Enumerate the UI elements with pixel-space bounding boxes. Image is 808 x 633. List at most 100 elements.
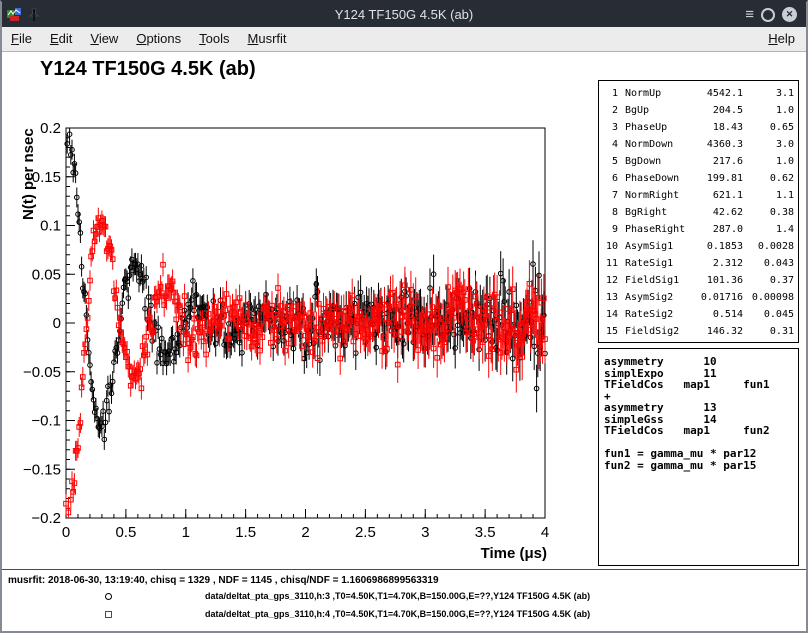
param-value: 146.32 bbox=[686, 323, 743, 340]
svg-text:N(t) per nsec: N(t) per nsec bbox=[20, 128, 37, 220]
svg-text:2.5: 2.5 bbox=[355, 524, 376, 541]
theory-line: fun1 = gamma_mu * par12 bbox=[604, 448, 798, 460]
param-error: 1.4 bbox=[743, 221, 798, 238]
param-number: 10 bbox=[602, 238, 618, 255]
param-name: RateSig1 bbox=[625, 255, 686, 272]
theory-line: TFieldCos map1 fun2 bbox=[604, 425, 798, 437]
param-name: BgDown bbox=[625, 153, 686, 170]
param-number: 5 bbox=[602, 153, 618, 170]
titlebar-left-icons bbox=[2, 7, 40, 22]
svg-text:0.05: 0.05 bbox=[32, 266, 61, 283]
maximize-icon[interactable] bbox=[761, 8, 775, 22]
param-number: 13 bbox=[602, 289, 618, 306]
param-error: 0.62 bbox=[743, 170, 798, 187]
legend-item: data/deltat_pta_gps_3110,h:3 ,T0=4.50K,T… bbox=[105, 591, 590, 601]
menubar: File Edit View Options Tools Musrfit Hel… bbox=[2, 27, 806, 52]
param-name: AsymSig1 bbox=[625, 238, 686, 255]
param-name: NormRight bbox=[625, 187, 686, 204]
param-name: PhaseRight bbox=[625, 221, 686, 238]
param-error: 0.38 bbox=[743, 204, 798, 221]
musrfit-window: Y124 TF150G 4.5K (ab) ≡ ✕ File Edit View… bbox=[0, 0, 808, 633]
svg-text:0: 0 bbox=[53, 315, 61, 332]
legend-item: data/deltat_pta_gps_3110,h:4 ,T0=4.50K,T… bbox=[105, 609, 590, 619]
param-number: 9 bbox=[602, 221, 618, 238]
svg-text:1: 1 bbox=[182, 524, 190, 541]
parameter-row: 10 AsymSig1 0.1853 0.0028 bbox=[602, 238, 798, 255]
param-name: BgUp bbox=[625, 102, 686, 119]
svg-text:0.2: 0.2 bbox=[40, 120, 61, 137]
app-icon[interactable] bbox=[7, 7, 22, 22]
parameter-row: 5 BgDown 217.6 1.0 bbox=[602, 153, 798, 170]
window-menu-icon[interactable]: ≡ bbox=[745, 7, 754, 22]
close-icon[interactable]: ✕ bbox=[782, 7, 797, 22]
param-error: 0.37 bbox=[743, 272, 798, 289]
svg-text:−0.2: −0.2 bbox=[31, 510, 61, 527]
param-number: 15 bbox=[602, 323, 618, 340]
param-name: RateSig2 bbox=[625, 306, 686, 323]
menu-items: File Edit View Options Tools Musrfit bbox=[2, 27, 296, 51]
param-error: 0.00098 bbox=[743, 289, 798, 306]
menu-item[interactable]: Edit bbox=[41, 27, 81, 51]
param-value: 101.36 bbox=[686, 272, 743, 289]
plot-canvas[interactable]: 00.511.522.533.54−0.2−0.15−0.1−0.0500.05… bbox=[2, 92, 577, 570]
param-error: 3.1 bbox=[743, 85, 798, 102]
param-value: 0.1853 bbox=[686, 238, 743, 255]
param-error: 1.0 bbox=[743, 153, 798, 170]
param-value: 4360.3 bbox=[686, 136, 743, 153]
pin-icon[interactable] bbox=[28, 8, 40, 22]
parameter-table: 1 NormUp 4542.1 3.1 2 BgUp 204.5 1.0 3 P… bbox=[598, 80, 799, 343]
param-error: 0.045 bbox=[743, 306, 798, 323]
menu-item[interactable]: File bbox=[2, 27, 41, 51]
parameter-row: 4 NormDown 4360.3 3.0 bbox=[602, 136, 798, 153]
param-number: 3 bbox=[602, 119, 618, 136]
param-name: FieldSig1 bbox=[625, 272, 686, 289]
menu-item[interactable]: View bbox=[81, 27, 127, 51]
param-value: 2.312 bbox=[686, 255, 743, 272]
param-value: 0.514 bbox=[686, 306, 743, 323]
parameter-row: 13 AsymSig2 0.01716 0.00098 bbox=[602, 289, 798, 306]
parameter-row: 3 PhaseUp 18.43 0.65 bbox=[602, 119, 798, 136]
param-number: 14 bbox=[602, 306, 618, 323]
menu-item[interactable]: Tools bbox=[190, 27, 238, 51]
param-error: 0.65 bbox=[743, 119, 798, 136]
param-value: 199.81 bbox=[686, 170, 743, 187]
theory-line: fun2 = gamma_mu * par15 bbox=[604, 460, 798, 472]
param-name: NormUp bbox=[625, 85, 686, 102]
parameter-row: 1 NormUp 4542.1 3.1 bbox=[602, 85, 798, 102]
param-number: 2 bbox=[602, 102, 618, 119]
param-value: 217.6 bbox=[686, 153, 743, 170]
parameter-row: 15 FieldSig2 146.32 0.31 bbox=[602, 323, 798, 340]
info-pad: musrfit: 2018-06-30, 13:19:40, chisq = 1… bbox=[2, 569, 806, 631]
param-value: 42.62 bbox=[686, 204, 743, 221]
svg-text:0.1: 0.1 bbox=[40, 218, 61, 235]
svg-text:Time (μs): Time (μs) bbox=[481, 545, 547, 562]
legend-label: data/deltat_pta_gps_3110,h:3 ,T0=4.50K,T… bbox=[205, 591, 590, 601]
param-number: 7 bbox=[602, 187, 618, 204]
param-name: NormDown bbox=[625, 136, 686, 153]
param-name: BgRight bbox=[625, 204, 686, 221]
menu-item[interactable]: Musrfit bbox=[239, 27, 296, 51]
svg-text:4: 4 bbox=[541, 524, 549, 541]
param-value: 0.01716 bbox=[686, 289, 743, 306]
param-error: 3.0 bbox=[743, 136, 798, 153]
menu-item-help[interactable]: Help bbox=[757, 27, 806, 51]
theory-line: TFieldCos map1 fun1 bbox=[604, 379, 798, 391]
parameter-row: 6 PhaseDown 199.81 0.62 bbox=[602, 170, 798, 187]
plot-title: Y124 TF150G 4.5K (ab) bbox=[40, 58, 256, 81]
param-error: 1.1 bbox=[743, 187, 798, 204]
svg-text:−0.05: −0.05 bbox=[23, 364, 61, 381]
param-value: 287.0 bbox=[686, 221, 743, 238]
menu-item[interactable]: Options bbox=[127, 27, 190, 51]
fit-info-text: musrfit: 2018-06-30, 13:19:40, chisq = 1… bbox=[8, 575, 439, 586]
svg-text:3: 3 bbox=[421, 524, 429, 541]
param-number: 8 bbox=[602, 204, 618, 221]
titlebar-controls: ≡ ✕ bbox=[745, 7, 806, 22]
parameter-row: 2 BgUp 204.5 1.0 bbox=[602, 102, 798, 119]
svg-text:1.5: 1.5 bbox=[235, 524, 256, 541]
legend-label: data/deltat_pta_gps_3110,h:4 ,T0=4.50K,T… bbox=[205, 609, 590, 619]
param-number: 4 bbox=[602, 136, 618, 153]
parameter-row: 8 BgRight 42.62 0.38 bbox=[602, 204, 798, 221]
titlebar: Y124 TF150G 4.5K (ab) ≡ ✕ bbox=[2, 2, 806, 27]
open-square-marker-icon bbox=[105, 611, 112, 618]
theory-line: asymmetry 13 bbox=[604, 402, 798, 414]
